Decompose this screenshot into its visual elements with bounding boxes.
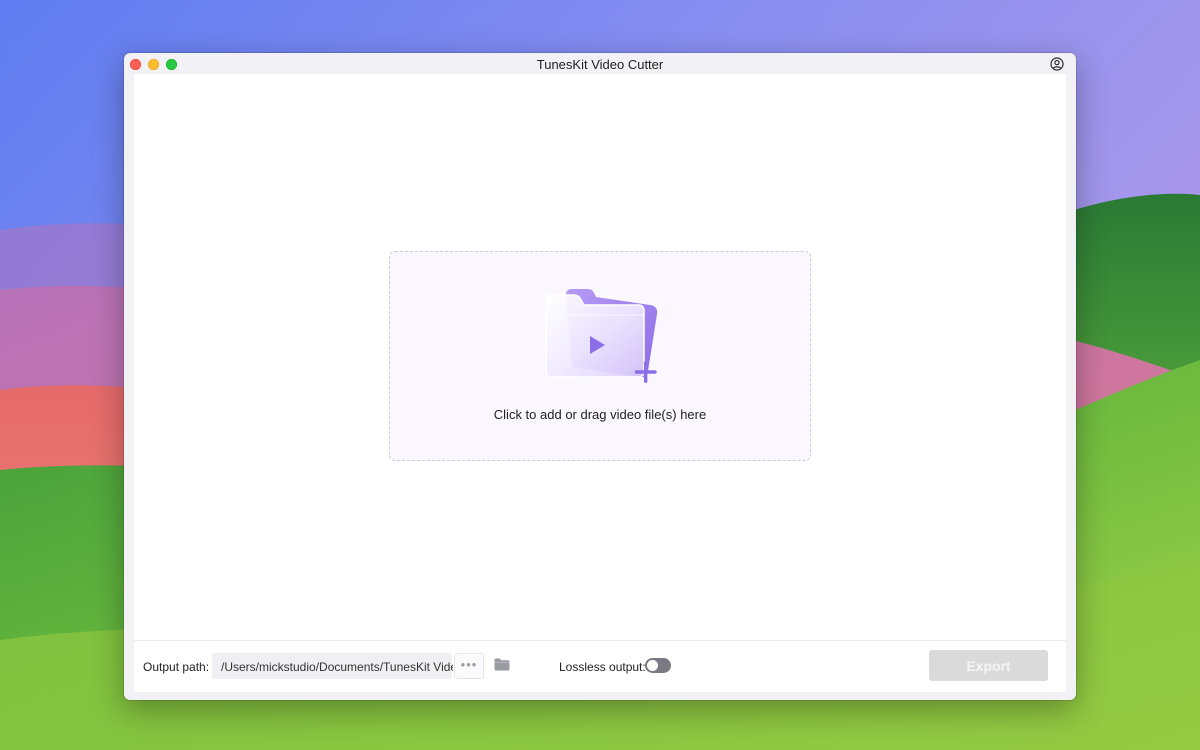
output-path-value: /Users/mickstudio/Documents/TunesKit Vid… bbox=[221, 660, 453, 674]
bottom-toolbar: Output path: /Users/mickstudio/Documents… bbox=[134, 640, 1066, 692]
add-video-dropzone[interactable]: Click to add or drag video file(s) here bbox=[389, 251, 811, 461]
title-bar: TunesKit Video Cutter bbox=[124, 53, 1076, 74]
dropzone-instruction: Click to add or drag video file(s) here bbox=[493, 407, 707, 422]
output-path-label: Output path: bbox=[143, 660, 210, 674]
lossless-output-toggle[interactable] bbox=[645, 658, 671, 673]
add-video-folder-icon bbox=[545, 289, 658, 383]
main-content: Click to add or drag video file(s) here … bbox=[134, 74, 1066, 692]
export-button[interactable]: Export bbox=[929, 650, 1048, 681]
folder-icon[interactable] bbox=[494, 658, 510, 671]
more-options-button[interactable]: ••• bbox=[454, 653, 484, 679]
lossless-output-label: Lossless output: bbox=[559, 660, 646, 674]
output-path-field[interactable]: /Users/mickstudio/Documents/TunesKit Vid… bbox=[212, 653, 453, 679]
window-title: TunesKit Video Cutter bbox=[536, 57, 664, 72]
toggle-knob bbox=[647, 660, 658, 671]
app-window: TunesKit Video Cutter Click to add or dr… bbox=[124, 53, 1076, 700]
user-circle-icon[interactable] bbox=[1050, 57, 1064, 71]
